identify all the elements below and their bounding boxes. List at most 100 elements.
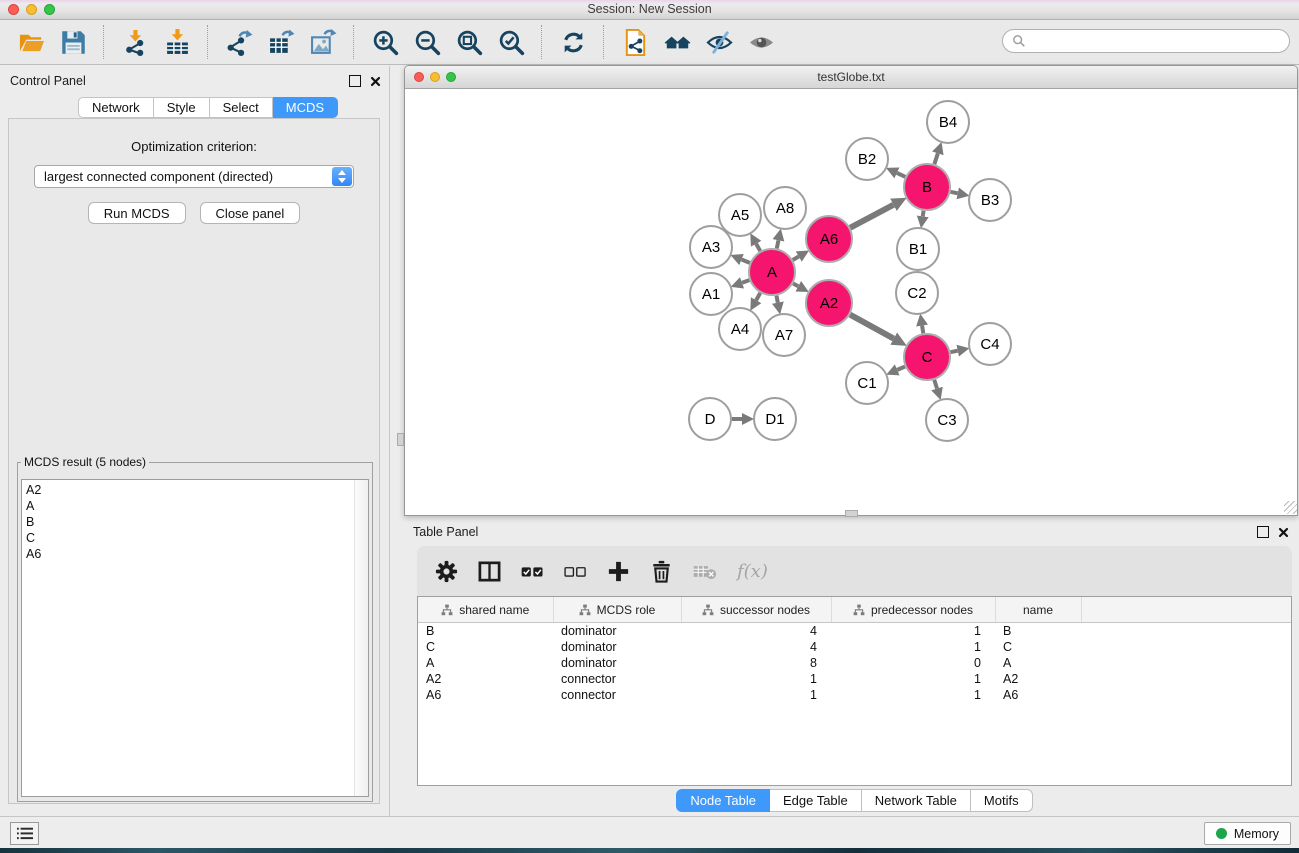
tab-motifs[interactable]: Motifs — [971, 789, 1033, 812]
cell[interactable]: dominator — [553, 655, 681, 671]
import-network-button[interactable] — [117, 24, 153, 60]
cell[interactable]: 1 — [831, 687, 995, 703]
edge-A-A5[interactable] — [756, 244, 760, 251]
node-A5[interactable]: A5 — [719, 194, 761, 236]
cell[interactable]: A2 — [995, 671, 1081, 687]
table-row[interactable]: Adominator80A — [418, 655, 1291, 671]
result-item[interactable]: B — [22, 514, 368, 530]
column-header-name[interactable]: name — [995, 597, 1081, 623]
node-D[interactable]: D — [689, 398, 731, 440]
zoom-in-button[interactable] — [367, 24, 403, 60]
cell[interactable]: 4 — [681, 623, 831, 640]
node-A3[interactable]: A3 — [690, 226, 732, 268]
cell[interactable]: connector — [553, 671, 681, 687]
table-options-button[interactable] — [432, 557, 460, 585]
node-C[interactable]: C — [904, 334, 950, 380]
function-builder-button[interactable]: f(x) — [737, 561, 768, 582]
tab-edge-table[interactable]: Edge Table — [770, 789, 862, 812]
refresh-layout-button[interactable] — [555, 24, 591, 60]
float-panel-icon[interactable] — [349, 75, 361, 87]
cell[interactable]: C — [995, 639, 1081, 655]
node-A7[interactable]: A7 — [763, 314, 805, 356]
node-B1[interactable]: B1 — [897, 228, 939, 270]
node-B[interactable]: B — [904, 164, 950, 210]
memory-button[interactable]: Memory — [1204, 822, 1291, 845]
run-mcds-button[interactable]: Run MCDS — [88, 202, 186, 224]
import-table-button[interactable] — [159, 24, 195, 60]
edge-B-B1[interactable] — [923, 211, 924, 217]
node-A2[interactable]: A2 — [806, 280, 852, 326]
cell[interactable]: 0 — [831, 655, 995, 671]
deselect-all-button[interactable] — [561, 557, 589, 585]
node-A6[interactable]: A6 — [806, 216, 852, 262]
edge-A-A1[interactable] — [742, 280, 749, 283]
node-C3[interactable]: C3 — [926, 399, 968, 441]
export-table-button[interactable] — [263, 24, 299, 60]
cell[interactable]: A6 — [995, 687, 1081, 703]
edge-A-A2[interactable] — [793, 283, 798, 286]
node-A[interactable]: A — [749, 249, 795, 295]
close-panel-button[interactable]: Close panel — [200, 202, 301, 224]
column-header-predecessor-nodes[interactable]: predecessor nodes — [831, 597, 995, 623]
edge-B-B3[interactable] — [951, 192, 958, 193]
search-box[interactable] — [1002, 29, 1290, 53]
delete-table-button[interactable] — [690, 557, 718, 585]
open-session-button[interactable] — [13, 24, 49, 60]
zoom-selected-button[interactable] — [493, 24, 529, 60]
hide-details-button[interactable] — [701, 24, 737, 60]
tab-node-table[interactable]: Node Table — [676, 789, 770, 812]
edge-A-A3[interactable] — [742, 260, 750, 263]
network-canvas[interactable]: AA1A2A3A4A5A6A7A8BB1B2B3B4CC1C2C3C4DD1 — [405, 89, 1297, 515]
save-session-button[interactable] — [55, 24, 91, 60]
cell[interactable]: 1 — [831, 671, 995, 687]
cell[interactable]: 4 — [681, 639, 831, 655]
cell[interactable]: A6 — [418, 687, 553, 703]
result-item[interactable]: A2 — [22, 482, 368, 498]
table-row[interactable]: Cdominator41C — [418, 639, 1291, 655]
table-row[interactable]: A6connector11A6 — [418, 687, 1291, 703]
table-float-panel-icon[interactable] — [1257, 526, 1269, 538]
close-panel-icon[interactable] — [370, 76, 381, 87]
node-A1[interactable]: A1 — [690, 273, 732, 315]
node-C2[interactable]: C2 — [896, 272, 938, 314]
node-C1[interactable]: C1 — [846, 362, 888, 404]
table-row[interactable]: Bdominator41B — [418, 623, 1291, 640]
cell[interactable]: dominator — [553, 623, 681, 640]
edge-B-B2[interactable] — [897, 173, 905, 177]
node-B3[interactable]: B3 — [969, 179, 1011, 221]
result-item[interactable]: C — [22, 530, 368, 546]
column-header-successor-nodes[interactable]: successor nodes — [681, 597, 831, 623]
tab-network-table[interactable]: Network Table — [862, 789, 971, 812]
zoom-fit-button[interactable] — [451, 24, 487, 60]
node-A8[interactable]: A8 — [764, 187, 806, 229]
show-column-button[interactable] — [475, 557, 503, 585]
table-close-panel-icon[interactable] — [1278, 527, 1289, 538]
cell[interactable]: 1 — [831, 639, 995, 655]
column-header-shared-name[interactable]: shared name — [418, 597, 553, 623]
node-D1[interactable]: D1 — [754, 398, 796, 440]
cell[interactable]: connector — [553, 687, 681, 703]
edge-A-A6[interactable] — [793, 257, 799, 260]
network-resize-grip[interactable] — [1284, 501, 1297, 514]
edge-A-A8[interactable] — [777, 240, 779, 248]
cell[interactable]: 1 — [681, 687, 831, 703]
node-A4[interactable]: A4 — [719, 308, 761, 350]
column-header-mcds-role[interactable]: MCDS role — [553, 597, 681, 623]
network-from-file-button[interactable] — [617, 24, 653, 60]
edge-C-C3[interactable] — [934, 380, 937, 389]
export-network-button[interactable] — [221, 24, 257, 60]
cell[interactable]: A — [995, 655, 1081, 671]
tab-style[interactable]: Style — [154, 97, 210, 118]
add-column-button[interactable] — [604, 557, 632, 585]
edge-C-C4[interactable] — [951, 351, 958, 352]
edge-C-C1[interactable] — [897, 367, 905, 370]
export-image-button[interactable] — [305, 24, 341, 60]
tab-select[interactable]: Select — [210, 97, 273, 118]
result-item[interactable]: A — [22, 498, 368, 514]
result-item[interactable]: A6 — [22, 546, 368, 562]
cell[interactable]: A2 — [418, 671, 553, 687]
tab-mcds[interactable]: MCDS — [273, 97, 338, 118]
mcds-result-list[interactable]: A2ABCA6 — [21, 479, 369, 797]
table-row[interactable]: A2connector11A2 — [418, 671, 1291, 687]
node-B2[interactable]: B2 — [846, 138, 888, 180]
